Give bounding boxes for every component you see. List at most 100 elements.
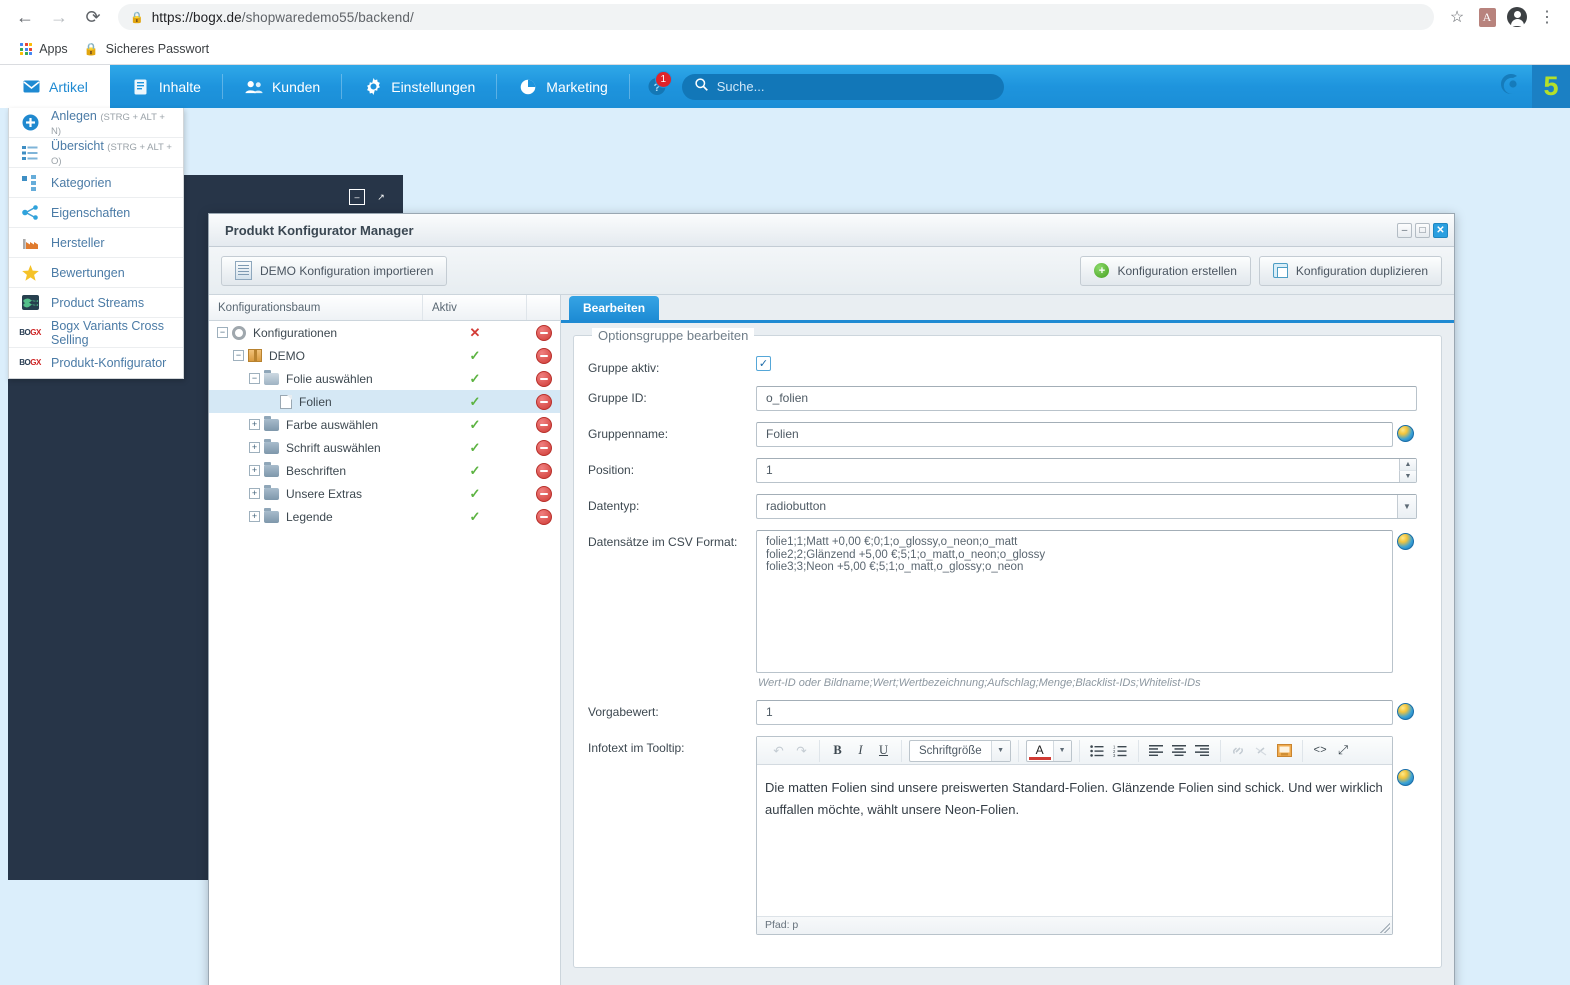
delete-button[interactable] — [535, 508, 552, 525]
delete-button[interactable] — [535, 485, 552, 502]
tree-row[interactable]: + Legende ✓ — [209, 505, 560, 528]
underline-button[interactable]: U — [873, 740, 894, 761]
expand-icon[interactable]: + — [249, 442, 260, 453]
delete-button[interactable] — [535, 416, 552, 433]
chrome-menu-icon[interactable]: ⋮ — [1532, 2, 1562, 32]
modal-close-button[interactable]: ✕ — [1433, 222, 1448, 238]
create-config-button[interactable]: + Konfiguration erstellen — [1080, 255, 1251, 286]
align-center-icon[interactable] — [1169, 740, 1190, 761]
gruppe-aktiv-checkbox[interactable]: ✓ — [756, 356, 771, 371]
translate-globe-icon[interactable] — [1397, 703, 1414, 720]
expand-icon[interactable]: + — [249, 488, 260, 499]
fontsize-select[interactable]: Schriftgröße ▼ — [909, 739, 1011, 762]
stepper-down-icon[interactable]: ▼ — [1399, 471, 1416, 482]
duplicate-config-button[interactable]: Konfiguration duplizieren — [1258, 255, 1442, 286]
expand-icon[interactable]: + — [249, 511, 260, 522]
unlink-icon[interactable] — [1251, 740, 1272, 761]
gruppe-id-input[interactable]: o_folien — [756, 386, 1417, 411]
collapse-icon[interactable]: − — [249, 373, 260, 384]
menu-item-uebersicht[interactable]: Übersicht (STRG + ALT + O) — [9, 138, 183, 168]
delete-button[interactable] — [535, 439, 552, 456]
browser-back-button[interactable]: ← — [8, 0, 42, 34]
chevron-down-icon[interactable]: ▼ — [1052, 740, 1071, 761]
nav-item-einstellungen[interactable]: Einstellungen — [342, 65, 498, 108]
position-stepper[interactable]: ▲ ▼ — [1399, 459, 1416, 482]
bookmark-apps[interactable]: Apps — [12, 39, 76, 59]
position-input[interactable]: 1 — [756, 458, 1417, 483]
stepper-up-icon[interactable]: ▲ — [1399, 459, 1416, 471]
menu-item-eigenschaften[interactable]: Eigenschaften — [9, 198, 183, 228]
nav-item-artikel[interactable]: Artikel — [0, 65, 110, 108]
collapse-icon[interactable]: − — [217, 327, 228, 338]
tree-row[interactable]: + Farbe auswählen ✓ — [209, 413, 560, 436]
menu-item-product-streams[interactable]: Product Streams — [9, 288, 183, 318]
tree-row[interactable]: − Folie auswählen ✓ — [209, 367, 560, 390]
chevron-down-icon[interactable]: ▼ — [990, 740, 1010, 761]
modal-maximize-button[interactable]: □ — [1415, 222, 1430, 238]
redo-icon[interactable]: ↷ — [791, 740, 812, 761]
tree-row-delete-cell — [527, 347, 560, 364]
tree-row[interactable]: + Beschriften ✓ — [209, 459, 560, 482]
delete-button[interactable] — [535, 347, 552, 364]
align-right-icon[interactable] — [1192, 740, 1213, 761]
fullscreen-icon[interactable]: ⤢ — [1333, 740, 1354, 761]
numbered-list-icon[interactable]: 123 — [1110, 740, 1131, 761]
delete-button[interactable] — [535, 462, 552, 479]
menu-item-hersteller[interactable]: Hersteller — [9, 228, 183, 258]
minimize-icon[interactable]: – — [349, 189, 365, 205]
tree-row[interactable]: + Schrift auswählen ✓ — [209, 436, 560, 459]
menu-item-anlegen[interactable]: Anlegen (STRG + ALT + N) — [9, 108, 183, 138]
tree-row[interactable]: + Unsere Extras ✓ — [209, 482, 560, 505]
menu-item-kategorien[interactable]: Kategorien — [9, 168, 183, 198]
collapse-icon[interactable]: − — [233, 350, 244, 361]
profile-avatar[interactable] — [1502, 2, 1532, 32]
source-code-icon[interactable]: <> — [1310, 740, 1331, 761]
bogx-icon: BO GX — [19, 327, 41, 337]
help-button[interactable]: ? 1 — [630, 65, 672, 108]
bullet-list-icon[interactable] — [1087, 740, 1108, 761]
pdf-extension-icon[interactable]: A — [1472, 2, 1502, 32]
nav-item-inhalte[interactable]: Inhalte — [110, 65, 224, 108]
modal-minimize-button[interactable]: – — [1397, 222, 1412, 238]
undo-icon[interactable]: ↶ — [768, 740, 789, 761]
resize-grip-icon[interactable] — [1380, 923, 1390, 933]
address-bar[interactable]: 🔒 https://bogx.de/shopwaredemo55/backend… — [118, 4, 1434, 30]
browser-reload-button[interactable]: ⟳ — [76, 0, 110, 34]
nav-item-kunden[interactable]: Kunden — [223, 65, 343, 108]
nav-item-marketing[interactable]: Marketing — [497, 65, 631, 108]
translate-globe-icon[interactable] — [1397, 425, 1414, 442]
align-left-icon[interactable] — [1146, 740, 1167, 761]
import-demo-config-button[interactable]: DEMO Konfiguration importieren — [221, 255, 448, 286]
menu-item-produkt-konfigurator[interactable]: BO GX Produkt-Konfigurator — [9, 348, 183, 378]
translate-globe-icon[interactable] — [1397, 533, 1414, 550]
bookmark-star-icon[interactable]: ☆ — [1442, 2, 1472, 32]
csv-textarea[interactable]: folie1;1;Matt +0,00 €;0;1;o_glossy,o_neo… — [756, 530, 1393, 673]
delete-button[interactable] — [535, 370, 552, 387]
text-color-button[interactable]: A ▼ — [1025, 739, 1072, 762]
italic-button[interactable]: I — [850, 740, 871, 761]
bold-button[interactable]: B — [827, 740, 848, 761]
expand-icon[interactable]: + — [249, 465, 260, 476]
tooltip-editor-content[interactable]: Die matten Folien sind unsere preiswerte… — [757, 765, 1392, 916]
tree-row[interactable]: Folien ✓ — [209, 390, 560, 413]
shopware-version-label: 5 — [1532, 65, 1570, 108]
popout-icon[interactable]: ↗ — [373, 189, 389, 205]
menu-item-bewertungen[interactable]: Bewertungen — [9, 258, 183, 288]
expand-icon[interactable]: + — [249, 419, 260, 430]
browser-forward-button[interactable]: → — [42, 0, 76, 34]
tree-row[interactable]: − Konfigurationen ✕ — [209, 321, 560, 344]
search-input[interactable]: Suche... — [681, 73, 1004, 100]
media-icon[interactable] — [1274, 740, 1295, 761]
vorgabewert-input[interactable]: 1 — [756, 700, 1393, 725]
bookmark-sicheres-passwort[interactable]: 🔒 Sicheres Passwort — [76, 39, 217, 59]
tab-bearbeiten[interactable]: Bearbeiten — [569, 296, 660, 320]
delete-button[interactable] — [535, 393, 552, 410]
tree-row[interactable]: − DEMO ✓ — [209, 344, 560, 367]
link-icon[interactable] — [1228, 740, 1249, 761]
menu-item-bogx-variants-cross-selling[interactable]: BO GX Bogx Variants Cross Selling — [9, 318, 183, 348]
translate-globe-icon[interactable] — [1397, 769, 1414, 786]
datentyp-select[interactable]: radiobutton — [756, 494, 1417, 519]
gruppenname-input[interactable]: Folien — [756, 422, 1393, 447]
delete-button[interactable] — [535, 324, 552, 341]
chevron-down-icon[interactable]: ▼ — [1397, 495, 1416, 518]
